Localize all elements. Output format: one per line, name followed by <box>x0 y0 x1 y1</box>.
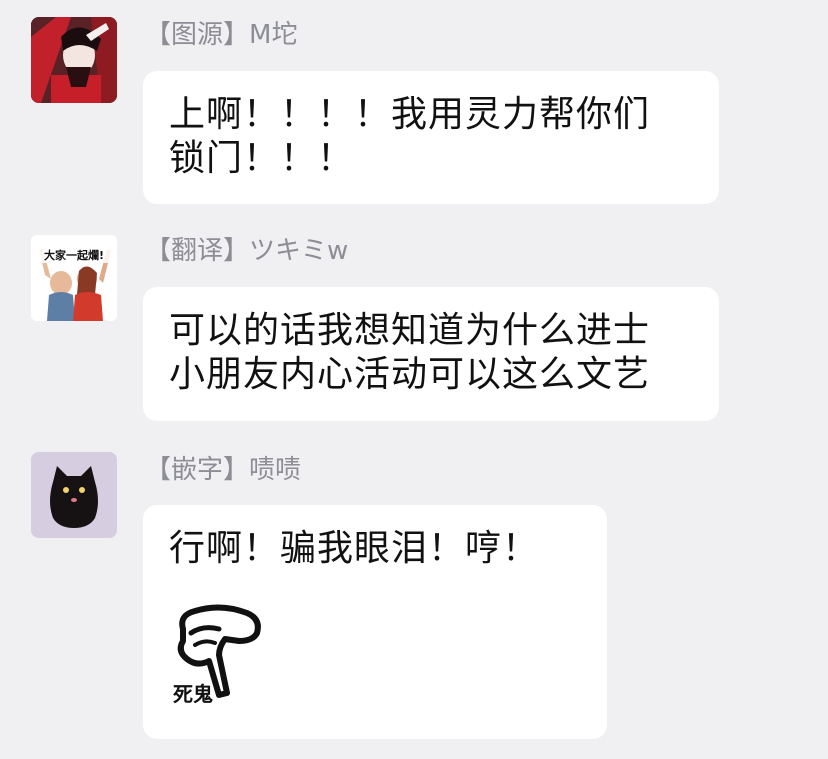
avatar-caption: 大家一起爛! <box>31 249 117 263</box>
avatar-cat[interactable] <box>31 452 117 538</box>
sender-tag: 【翻译】 <box>145 236 250 266</box>
message-line: 小朋友内心活动可以这么文艺 <box>169 354 651 395</box>
black-cat-avatar-icon <box>31 452 117 538</box>
message-line: 可以的话我想知道为什么进士 <box>169 310 651 351</box>
meme-avatar-icon <box>31 235 117 321</box>
sender-name[interactable]: 【嵌字】啧啧 <box>145 455 301 485</box>
sender-name[interactable]: 【翻译】ツキミw <box>145 236 348 266</box>
message-text: 行啊！骗我眼泪！哼！ <box>169 527 581 571</box>
message-line: 锁门！！！ <box>169 138 355 179</box>
message-text: 可以的话我想知道为什么进士 小朋友内心活动可以这么文艺 <box>169 309 693 397</box>
anime-avatar-icon <box>31 17 117 103</box>
avatar-anime-icon[interactable] <box>31 17 117 103</box>
message-line: 行啊！骗我眼泪！哼！ <box>169 528 540 569</box>
message-bubble[interactable]: 行啊！骗我眼泪！哼！ 死鬼 <box>143 505 607 739</box>
sender-nickname: ツキミw <box>249 236 349 266</box>
avatar-meme[interactable]: 大家一起爛! <box>31 235 117 321</box>
sender-nickname: 啧啧 <box>249 455 302 485</box>
sender-tag: 【嵌字】 <box>145 455 250 485</box>
sticker-image[interactable]: 死鬼 <box>169 589 267 713</box>
sticker-caption: 死鬼 <box>173 682 213 706</box>
message-text: 上啊！！！！我用灵力帮你们 锁门！！！ <box>169 93 693 181</box>
message-bubble[interactable]: 上啊！！！！我用灵力帮你们 锁门！！！ <box>143 71 719 204</box>
message-line: 上啊！！！！我用灵力帮你们 <box>169 94 651 135</box>
sender-tag: 【图源】 <box>145 20 250 50</box>
sender-name[interactable]: 【图源】M坨 <box>145 20 297 50</box>
sender-nickname: M坨 <box>249 20 298 50</box>
message-bubble[interactable]: 可以的话我想知道为什么进士 小朋友内心活动可以这么文艺 <box>143 287 719 421</box>
